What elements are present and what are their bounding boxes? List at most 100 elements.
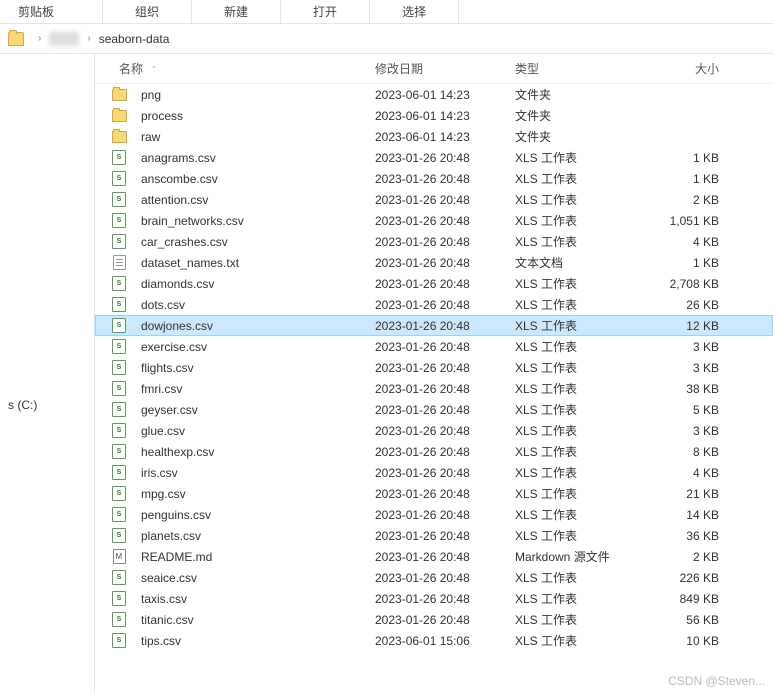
file-name: planets.csv <box>133 529 375 543</box>
column-header-name[interactable]: 名称 ˆ <box>111 60 375 77</box>
file-row[interactable]: tips.csv2023-06-01 15:06XLS 工作表10 KB <box>95 630 773 651</box>
file-row[interactable]: car_crashes.csv2023-01-26 20:48XLS 工作表4 … <box>95 231 773 252</box>
file-name: anscombe.csv <box>133 172 375 186</box>
file-row[interactable]: brain_networks.csv2023-01-26 20:48XLS 工作… <box>95 210 773 231</box>
file-size: 38 KB <box>647 382 733 396</box>
file-date: 2023-01-26 20:48 <box>375 403 515 417</box>
file-row[interactable]: png2023-06-01 14:23文件夹 <box>95 84 773 105</box>
file-date: 2023-01-26 20:48 <box>375 382 515 396</box>
xls-icon <box>111 318 127 334</box>
file-name: tips.csv <box>133 634 375 648</box>
column-header-date[interactable]: 修改日期 <box>375 60 515 77</box>
file-name: healthexp.csv <box>133 445 375 459</box>
xls-icon <box>111 276 127 292</box>
file-row[interactable]: raw2023-06-01 14:23文件夹 <box>95 126 773 147</box>
file-date: 2023-01-26 20:48 <box>375 361 515 375</box>
file-type: XLS 工作表 <box>515 149 647 166</box>
xls-icon <box>111 213 127 229</box>
folder-icon <box>111 87 127 103</box>
sidebar-drive-c[interactable]: s (C:) <box>0 394 94 416</box>
file-row[interactable]: seaice.csv2023-01-26 20:48XLS 工作表226 KB <box>95 567 773 588</box>
file-row[interactable]: planets.csv2023-01-26 20:48XLS 工作表36 KB <box>95 525 773 546</box>
xls-icon <box>111 381 127 397</box>
file-date: 2023-01-26 20:48 <box>375 277 515 291</box>
file-row[interactable]: flights.csv2023-01-26 20:48XLS 工作表3 KB <box>95 357 773 378</box>
xls-icon <box>111 570 127 586</box>
file-row[interactable]: taxis.csv2023-01-26 20:48XLS 工作表849 KB <box>95 588 773 609</box>
ribbon-clipboard[interactable]: 剪贴板 <box>0 0 102 24</box>
file-row[interactable]: anagrams.csv2023-01-26 20:48XLS 工作表1 KB <box>95 147 773 168</box>
file-row[interactable]: dowjones.csv2023-01-26 20:48XLS 工作表12 KB <box>95 315 773 336</box>
file-type: 文本文档 <box>515 254 647 271</box>
file-type: XLS 工作表 <box>515 527 647 544</box>
file-size: 14 KB <box>647 508 733 522</box>
ribbon-select[interactable]: 选择 <box>370 0 458 24</box>
xls-icon <box>111 150 127 166</box>
file-row[interactable]: attention.csv2023-01-26 20:48XLS 工作表2 KB <box>95 189 773 210</box>
file-name: dataset_names.txt <box>133 256 375 270</box>
file-type: XLS 工作表 <box>515 338 647 355</box>
file-name: dots.csv <box>133 298 375 312</box>
navigation-sidebar: s (C:) <box>0 54 95 692</box>
ribbon-open[interactable]: 打开 <box>281 0 369 24</box>
file-type: XLS 工作表 <box>515 401 647 418</box>
xls-icon <box>111 444 127 460</box>
column-header-size[interactable]: 大小 <box>647 60 733 77</box>
xls-icon <box>111 465 127 481</box>
file-row[interactable]: dataset_names.txt2023-01-26 20:48文本文档1 K… <box>95 252 773 273</box>
breadcrumb[interactable]: › › seaborn-data <box>0 24 773 54</box>
file-type: XLS 工作表 <box>515 485 647 502</box>
file-name: penguins.csv <box>133 508 375 522</box>
file-name: geyser.csv <box>133 403 375 417</box>
file-size: 3 KB <box>647 424 733 438</box>
file-row[interactable]: healthexp.csv2023-01-26 20:48XLS 工作表8 KB <box>95 441 773 462</box>
file-date: 2023-01-26 20:48 <box>375 529 515 543</box>
column-headers: 名称 ˆ 修改日期 类型 大小 <box>95 54 773 84</box>
sort-indicator-icon: ˆ <box>152 65 155 75</box>
xls-icon <box>111 591 127 607</box>
column-header-type[interactable]: 类型 <box>515 60 647 77</box>
file-row[interactable]: penguins.csv2023-01-26 20:48XLS 工作表14 KB <box>95 504 773 525</box>
file-row[interactable]: exercise.csv2023-01-26 20:48XLS 工作表3 KB <box>95 336 773 357</box>
file-type: XLS 工作表 <box>515 275 647 292</box>
file-name: raw <box>133 130 375 144</box>
file-size: 12 KB <box>647 319 733 333</box>
file-row[interactable]: mpg.csv2023-01-26 20:48XLS 工作表21 KB <box>95 483 773 504</box>
file-name: seaice.csv <box>133 571 375 585</box>
file-type: XLS 工作表 <box>515 212 647 229</box>
ribbon-organize[interactable]: 组织 <box>103 0 191 24</box>
file-row[interactable]: glue.csv2023-01-26 20:48XLS 工作表3 KB <box>95 420 773 441</box>
file-type: XLS 工作表 <box>515 464 647 481</box>
file-row[interactable]: dots.csv2023-01-26 20:48XLS 工作表26 KB <box>95 294 773 315</box>
file-row[interactable]: README.md2023-01-26 20:48Markdown 源文件2 K… <box>95 546 773 567</box>
file-row[interactable]: fmri.csv2023-01-26 20:48XLS 工作表38 KB <box>95 378 773 399</box>
file-size: 3 KB <box>647 340 733 354</box>
file-row[interactable]: process2023-06-01 14:23文件夹 <box>95 105 773 126</box>
xls-icon <box>111 486 127 502</box>
file-row[interactable]: diamonds.csv2023-01-26 20:48XLS 工作表2,708… <box>95 273 773 294</box>
ribbon-new[interactable]: 新建 <box>192 0 280 24</box>
xls-icon <box>111 234 127 250</box>
file-name: attention.csv <box>133 193 375 207</box>
file-name: mpg.csv <box>133 487 375 501</box>
file-size: 3 KB <box>647 361 733 375</box>
file-date: 2023-01-26 20:48 <box>375 424 515 438</box>
file-type: XLS 工作表 <box>515 590 647 607</box>
file-row[interactable]: titanic.csv2023-01-26 20:48XLS 工作表56 KB <box>95 609 773 630</box>
file-name: iris.csv <box>133 466 375 480</box>
file-name: diamonds.csv <box>133 277 375 291</box>
file-row[interactable]: geyser.csv2023-01-26 20:48XLS 工作表5 KB <box>95 399 773 420</box>
file-date: 2023-01-26 20:48 <box>375 445 515 459</box>
breadcrumb-parent-redacted[interactable] <box>49 32 79 46</box>
file-date: 2023-06-01 15:06 <box>375 634 515 648</box>
file-row[interactable]: iris.csv2023-01-26 20:48XLS 工作表4 KB <box>95 462 773 483</box>
file-list: png2023-06-01 14:23文件夹process2023-06-01 … <box>95 84 773 651</box>
file-name: dowjones.csv <box>133 319 375 333</box>
file-date: 2023-06-01 14:23 <box>375 109 515 123</box>
folder-icon <box>111 129 127 145</box>
file-type: XLS 工作表 <box>515 569 647 586</box>
file-size: 2,708 KB <box>647 277 733 291</box>
breadcrumb-current[interactable]: seaborn-data <box>99 32 170 46</box>
file-row[interactable]: anscombe.csv2023-01-26 20:48XLS 工作表1 KB <box>95 168 773 189</box>
file-date: 2023-01-26 20:48 <box>375 172 515 186</box>
